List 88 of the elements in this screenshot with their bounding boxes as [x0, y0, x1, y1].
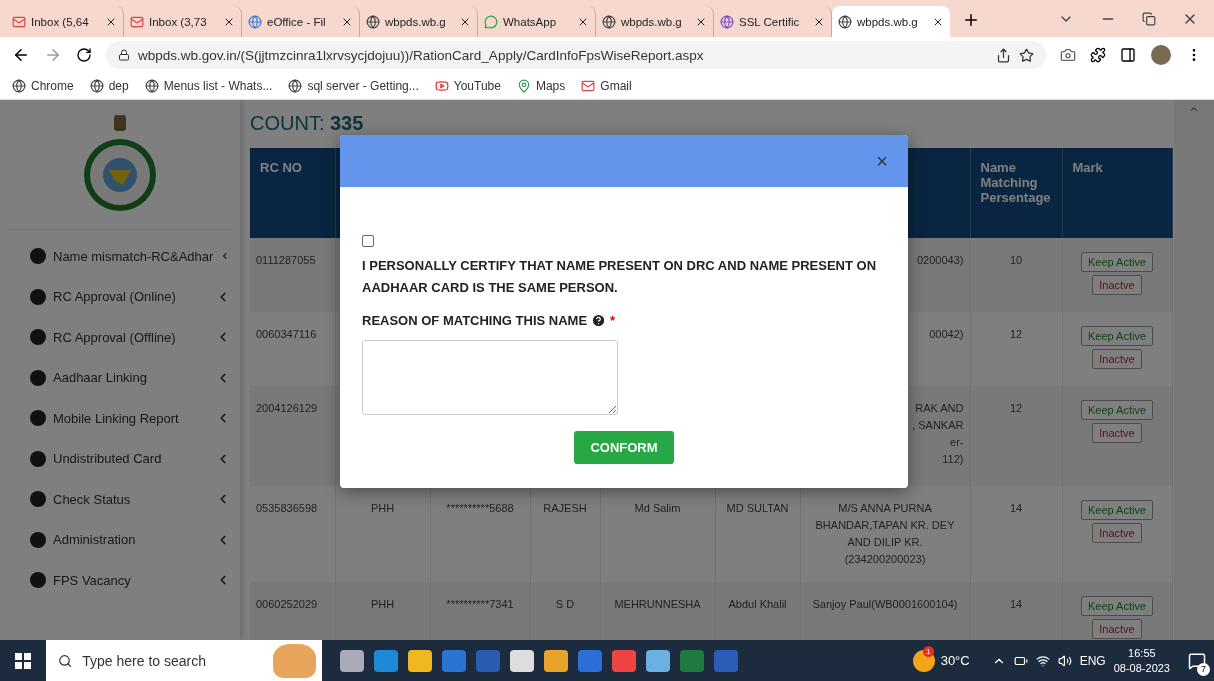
- bookmark-link[interactable]: YouTube: [434, 79, 501, 93]
- globe-icon: [12, 79, 26, 93]
- camera-icon[interactable]: [1060, 47, 1076, 63]
- bookmark-link[interactable]: Chrome: [12, 79, 74, 93]
- globe-icon: [89, 79, 104, 93]
- bullet-icon: [30, 329, 46, 346]
- bullet-icon: [30, 531, 46, 548]
- wifi-icon[interactable]: [1035, 653, 1050, 668]
- bullet-icon: [30, 572, 46, 589]
- bookmark-star-icon[interactable]: [1019, 47, 1034, 63]
- sidebar-item[interactable]: Mobile Linking Report: [30, 398, 240, 439]
- mail-icon: [12, 14, 26, 29]
- forward-icon[interactable]: [44, 46, 62, 64]
- close-button[interactable]: ×: [870, 149, 894, 173]
- clock[interactable]: 16:55 08-08-2023: [1113, 645, 1170, 676]
- sidebar-item[interactable]: Administration: [30, 519, 240, 560]
- certify-checkbox[interactable]: [362, 235, 374, 247]
- taskbar-app-icon[interactable]: [510, 649, 534, 672]
- extensions-icon[interactable]: [1090, 47, 1106, 63]
- globe-icon: [144, 79, 159, 93]
- notification-icon[interactable]: [1188, 651, 1206, 670]
- sidebar-item[interactable]: Check Status: [30, 479, 240, 520]
- scroll-up-icon[interactable]: [1189, 104, 1199, 114]
- sun-icon: [912, 649, 935, 672]
- taskbar-app-icon[interactable]: [646, 649, 670, 672]
- keep-active-button[interactable]: Keep Active: [1080, 500, 1154, 520]
- keep-active-button[interactable]: Keep Active: [1080, 596, 1154, 617]
- notification-badge: 7: [1197, 662, 1210, 676]
- column-header: Name Matching Persentage: [970, 148, 1062, 238]
- mail-icon: [581, 79, 596, 93]
- sidebar-item[interactable]: FPS Vacancy: [30, 560, 240, 601]
- side-panel-icon[interactable]: [1120, 47, 1136, 63]
- map-pin-icon: [516, 79, 531, 93]
- bullet-icon: [30, 288, 46, 305]
- sidebar-item[interactable]: Aadhaar Linking: [30, 357, 240, 398]
- column-header: Mark: [1062, 148, 1172, 238]
- restore-icon[interactable]: [1142, 12, 1156, 26]
- browser-tab[interactable]: wbpds.wb.g: [832, 6, 950, 37]
- bookmark-link[interactable]: Gmail: [581, 79, 632, 93]
- volume-icon[interactable]: [1057, 653, 1072, 668]
- taskbar-app-icon[interactable]: [340, 649, 364, 672]
- globe-icon: [838, 14, 852, 29]
- bookmark-link[interactable]: Maps: [516, 79, 566, 93]
- bullet-icon: [30, 491, 46, 508]
- keep-active-button[interactable]: Keep Active: [1080, 400, 1154, 420]
- keep-active-button[interactable]: Keep Active: [1080, 326, 1154, 346]
- reload-icon[interactable]: [76, 47, 92, 63]
- taskbar-search-bar[interactable]: Type here to search: [46, 640, 322, 681]
- sidebar-item[interactable]: Name mismatch-RC&Adhar: [30, 236, 240, 277]
- bookmark-link[interactable]: dep: [89, 79, 129, 93]
- search-icon: [58, 652, 73, 669]
- bullet-icon: [30, 369, 46, 386]
- weather-badge: 1: [922, 645, 934, 657]
- taskbar-app-icon[interactable]: [408, 649, 432, 672]
- taskbar-app-icon[interactable]: [544, 649, 568, 672]
- globe-icon: [366, 14, 380, 29]
- sidebar-item[interactable]: RC Approval (Offline): [30, 317, 240, 358]
- video-icon: [434, 79, 449, 93]
- globe-icon: [288, 79, 303, 93]
- chat-icon: [484, 14, 498, 29]
- reason-field[interactable]: [362, 340, 618, 415]
- globe-icon: [720, 14, 734, 29]
- sidebar-item[interactable]: RC Approval (Online): [30, 276, 240, 317]
- help-icon[interactable]: [591, 313, 607, 328]
- bullet-icon: [30, 248, 46, 265]
- keep-active-button[interactable]: Keep Active: [1080, 252, 1154, 272]
- mail-icon: [130, 14, 144, 29]
- scrollbar[interactable]: [1174, 100, 1214, 640]
- bullet-icon: [30, 410, 46, 427]
- lock-icon: [118, 49, 130, 61]
- new-tab-icon[interactable]: [962, 11, 980, 29]
- bookmark-link[interactable]: Menus list - Whats...: [144, 79, 273, 93]
- record-count: COUNT: 335: [250, 112, 365, 136]
- share-icon[interactable]: [996, 47, 1011, 63]
- reason-label: REASON OF MATCHING THIS NAME: [362, 313, 588, 328]
- globe-icon: [602, 14, 616, 29]
- bookmark-link[interactable]: sql server - Getting...: [288, 79, 419, 93]
- bullet-icon: [30, 450, 46, 467]
- globe-icon: [248, 14, 262, 29]
- conform-button[interactable]: CONFORM: [574, 431, 674, 464]
- column-header: RC NO: [250, 148, 335, 238]
- required-mark: *: [610, 313, 616, 328]
- address-bar[interactable]: wbpds.wb.gov.in/(S(jjtmzcinra1lxrvsycjdojuu))/RationCard_Apply/CardInfoFpsWiseReport.aspx: [106, 41, 1046, 69]
- profile-avatar[interactable]: [1150, 44, 1172, 66]
- language-indicator[interactable]: ENG: [1079, 653, 1106, 668]
- back-icon[interactable]: [12, 46, 30, 64]
- sidebar-item[interactable]: Undistributed Card: [30, 438, 240, 479]
- windows-logo-icon[interactable]: [15, 652, 31, 669]
